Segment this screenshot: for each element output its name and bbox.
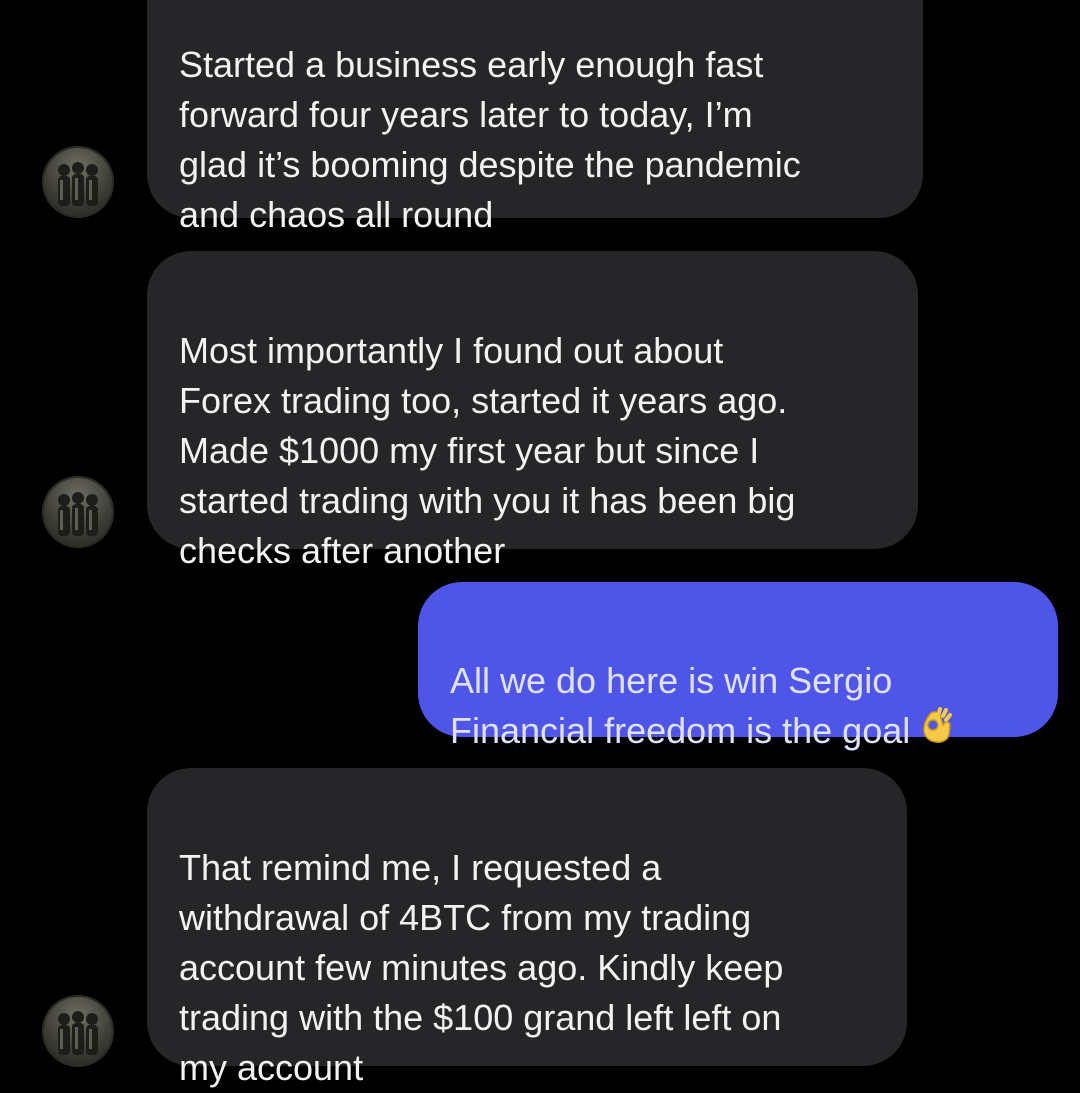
message-bubble-incoming[interactable]: Started a business early enough fast for… bbox=[147, 0, 923, 235]
message-bubble-incoming[interactable]: Most importantly I found out about Forex… bbox=[147, 251, 918, 571]
sender-avatar[interactable] bbox=[42, 146, 114, 218]
message-text: That remind me, I requested a withdrawal… bbox=[179, 847, 784, 1088]
message-text: All we do here is win Sergio Financial f… bbox=[450, 660, 911, 751]
sender-avatar[interactable] bbox=[42, 995, 114, 1067]
message-text: Started a business early enough fast for… bbox=[179, 44, 801, 235]
message-text: Most importantly I found out about Forex… bbox=[179, 330, 796, 571]
ok-hand-emoji-icon bbox=[916, 704, 956, 757]
chat-thread: Started a business early enough fast for… bbox=[0, 0, 1080, 1088]
sender-avatar[interactable] bbox=[42, 476, 114, 548]
message-bubble-incoming[interactable]: That remind me, I requested a withdrawal… bbox=[147, 768, 907, 1088]
message-bubble-outgoing[interactable]: All we do here is win Sergio Financial f… bbox=[418, 582, 1058, 751]
